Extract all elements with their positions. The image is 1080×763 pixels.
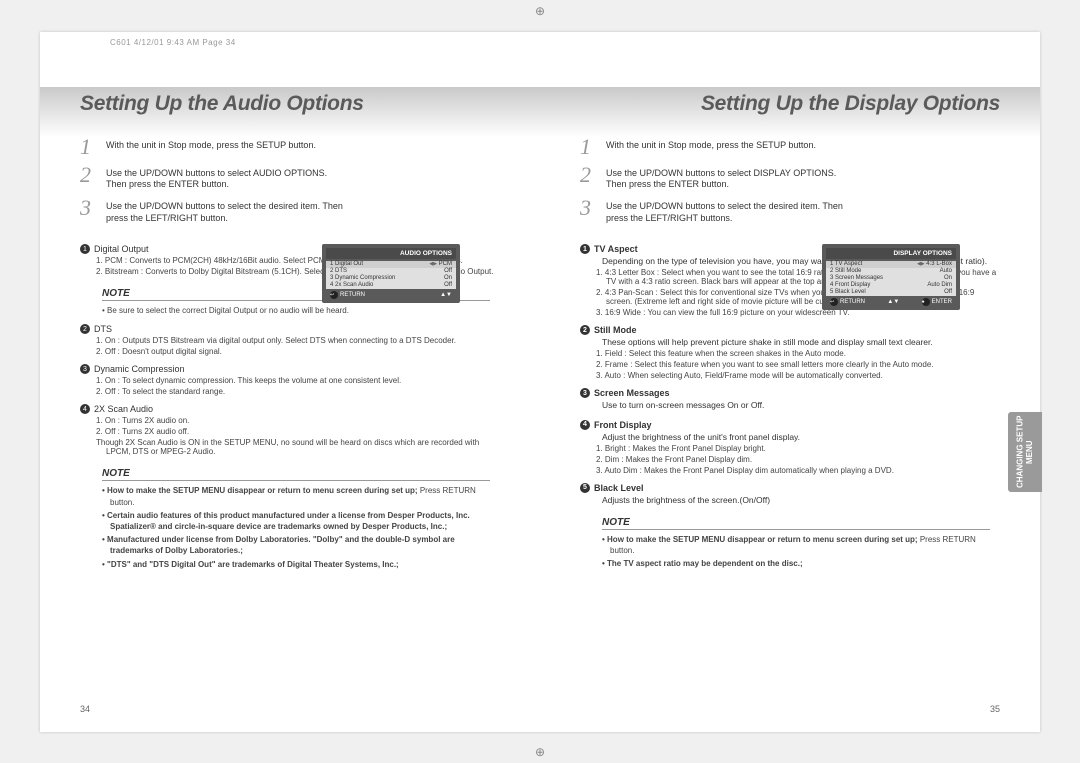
option-heading: 2 Still Mode (580, 325, 1000, 335)
option-title: Black Level (594, 483, 644, 493)
option-lead: These options will help prevent picture … (602, 337, 1000, 349)
note-label: NOTE (102, 468, 490, 481)
option-items: 1. On : To select dynamic compression. T… (96, 376, 500, 396)
note-content: • Be sure to select the correct Digital … (102, 305, 500, 316)
step-text: With the unit in Stop mode, press the SE… (606, 136, 816, 152)
osd-row: 1 TV Aspect ◀▶ 4:3 L-Box (826, 261, 956, 268)
instruction-step: 3 Use the UP/DOWN buttons to select the … (580, 197, 1000, 224)
page-left: Setting Up the Audio Options AUDIO OPTIO… (40, 32, 540, 732)
osd-footer: ↩RETURN ▲▼ ●ENTER (826, 296, 956, 306)
option-title: Dynamic Compression (94, 364, 185, 374)
registration-mark-bottom: ⊕ (535, 745, 545, 759)
step-number: 2 (580, 164, 600, 186)
option-lead: Use to turn on-screen messages On or Off… (602, 400, 1000, 412)
osd-row: 2 DTS Off (326, 268, 456, 275)
option-number-icon: 1 (580, 244, 590, 254)
option-number-icon: 4 (580, 420, 590, 430)
option-items: 1. Field : Select this feature when the … (596, 349, 1000, 380)
instruction-step: 2 Use the UP/DOWN buttons to select DISP… (580, 164, 1000, 191)
osd-footer: ↩RETURN ▲▼ (326, 289, 456, 299)
osd-row: 3 Dynamic Compression On (326, 275, 456, 282)
option-lead: Adjusts the brightness of the screen.(On… (602, 495, 1000, 507)
instruction-step: 2 Use the UP/DOWN buttons to select AUDI… (80, 164, 500, 191)
registration-mark-top: ⊕ (535, 4, 545, 18)
option-number-icon: 4 (80, 404, 90, 414)
note-content: • How to make the SETUP MENU disappear o… (602, 534, 1000, 570)
option-number-icon: 3 (580, 388, 590, 398)
osd-row: 4 Front Display Auto Dim (826, 282, 956, 289)
manual-spread: ⊕ ⊕ C601 4/12/01 9:43 AM Page 34 Setting… (0, 0, 1080, 763)
page-number-right: 35 (990, 704, 1000, 714)
step-text: With the unit in Stop mode, press the SE… (106, 136, 316, 152)
osd-title: AUDIO OPTIONS (326, 248, 456, 259)
page-title-left: Setting Up the Audio Options (80, 92, 500, 116)
osd-title: DISPLAY OPTIONS (826, 248, 956, 259)
page-spread: C601 4/12/01 9:43 AM Page 34 Setting Up … (40, 32, 1040, 732)
note-label: NOTE (602, 517, 990, 530)
page-title-right: Setting Up the Display Options (580, 92, 1000, 116)
option-items: 1. On : Turns 2X audio on.2. Off : Turns… (96, 416, 500, 456)
step-number: 1 (80, 136, 100, 158)
page-number-left: 34 (80, 704, 90, 714)
option-heading: 4 Front Display (580, 420, 1000, 430)
step-number: 3 (580, 197, 600, 219)
step-text: Use the UP/DOWN buttons to select the de… (606, 197, 846, 224)
step-text: Use the UP/DOWN buttons to select the de… (106, 197, 346, 224)
step-number: 3 (80, 197, 100, 219)
option-number-icon: 3 (80, 364, 90, 374)
option-heading: 5 Black Level (580, 483, 1000, 493)
option-title: DTS (94, 324, 112, 334)
osd-row: 4 2x Scan Audio Off (326, 282, 456, 289)
section-tab: CHANGING SETUP MENU (1008, 412, 1042, 492)
option-heading: 3 Screen Messages (580, 388, 1000, 398)
option-lead: Adjust the brightness of the unit's fron… (602, 432, 1000, 444)
osd-panel: DISPLAY OPTIONS 1 TV Aspect ◀▶ 4:3 L-Box… (822, 244, 960, 310)
option-number-icon: 1 (80, 244, 90, 254)
step-text: Use the UP/DOWN buttons to select AUDIO … (106, 164, 346, 191)
option-title: 2X Scan Audio (94, 404, 153, 414)
osd-row: 3 Screen Messages On (826, 275, 956, 282)
option-number-icon: 2 (580, 325, 590, 335)
note-content: • How to make the SETUP MENU disappear o… (102, 485, 500, 569)
step-number: 2 (80, 164, 100, 186)
page-right: Setting Up the Display Options DISPLAY O… (540, 32, 1040, 732)
option-number-icon: 2 (80, 324, 90, 334)
option-title: TV Aspect (594, 244, 638, 254)
step-text: Use the UP/DOWN buttons to select DISPLA… (606, 164, 846, 191)
option-heading: 2 DTS (80, 324, 500, 334)
instruction-step: 1 With the unit in Stop mode, press the … (80, 136, 500, 158)
osd-row: 2 Still Mode Auto (826, 268, 956, 275)
option-title: Front Display (594, 420, 652, 430)
instruction-step: 1 With the unit in Stop mode, press the … (580, 136, 1000, 158)
step-number: 1 (580, 136, 600, 158)
option-heading: 4 2X Scan Audio (80, 404, 500, 414)
option-items: 1. On : Outputs DTS Bitstream via digita… (96, 336, 500, 356)
option-title: Still Mode (594, 325, 637, 335)
instruction-step: 3 Use the UP/DOWN buttons to select the … (80, 197, 500, 224)
osd-panel: AUDIO OPTIONS 1 Digital Out ◀▶ PCM 2 DTS… (322, 244, 460, 303)
option-number-icon: 5 (580, 483, 590, 493)
osd-row: 1 Digital Out ◀▶ PCM (326, 261, 456, 268)
option-heading: 3 Dynamic Compression (80, 364, 500, 374)
option-items: 1. Bright : Makes the Front Panel Displa… (596, 444, 1000, 475)
option-title: Digital Output (94, 244, 149, 254)
option-title: Screen Messages (594, 388, 670, 398)
osd-row: 5 Black Level Off (826, 289, 956, 296)
